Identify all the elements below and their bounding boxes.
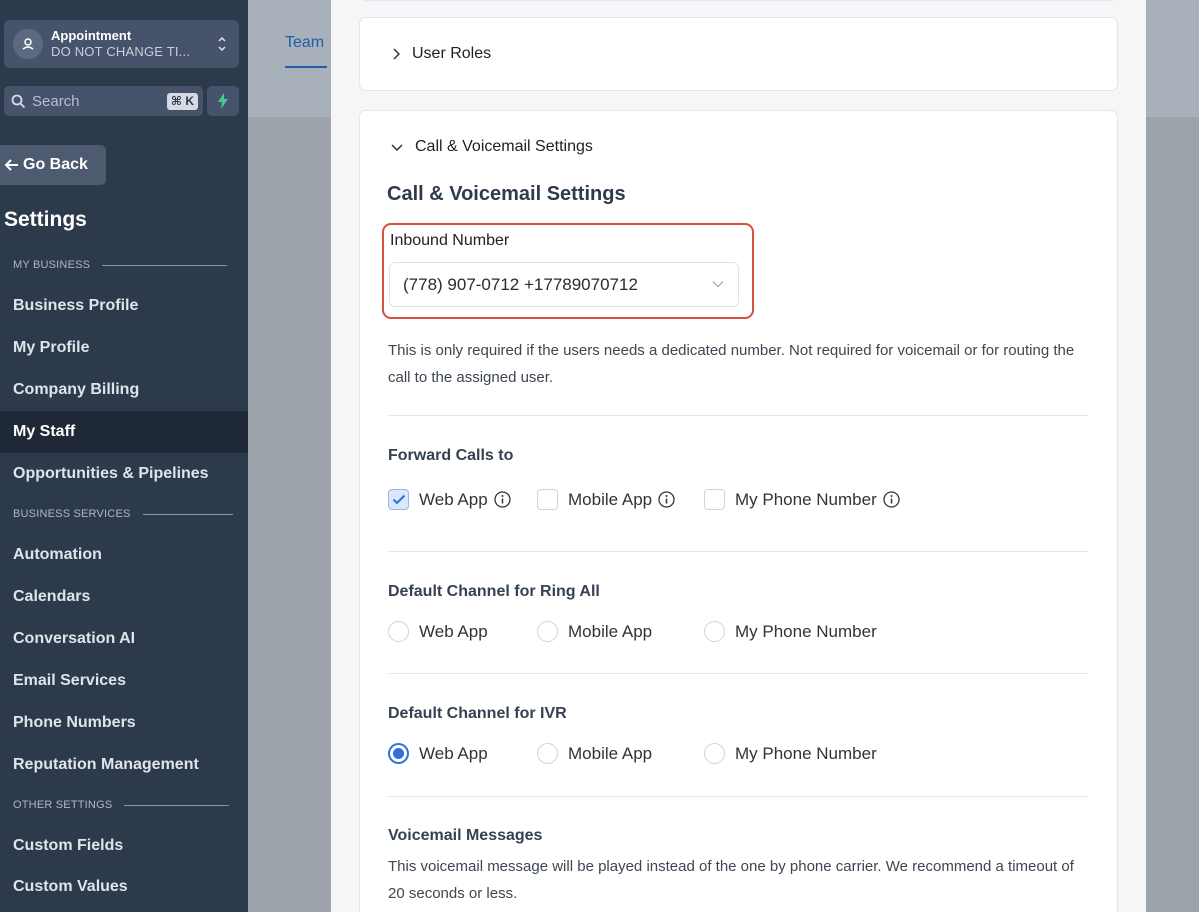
ivr-mobile-app-radio[interactable] — [537, 743, 558, 764]
sidebar-item-conversation-ai[interactable]: Conversation AI — [0, 618, 248, 660]
sidebar-item-calendars[interactable]: Calendars — [0, 576, 248, 618]
section-other-settings: OTHER SETTINGS — [13, 799, 230, 811]
previous-card — [359, 0, 1118, 1]
account-subtitle: DO NOT CHANGE TI... — [51, 44, 191, 59]
tab-team-underline — [285, 66, 327, 68]
ring-all-mobile-app-radio[interactable] — [537, 621, 558, 642]
search-box[interactable]: Search ⌘ K — [4, 86, 203, 116]
chevron-down-icon — [391, 144, 403, 151]
voicemail-title: Voicemail Messages — [388, 827, 543, 844]
settings-title: Settings — [4, 208, 87, 231]
section-my-business: MY BUSINESS — [13, 259, 228, 271]
sidebar-item-business-profile[interactable]: Business Profile — [0, 285, 248, 327]
ivr-phone-number-radio[interactable] — [704, 743, 725, 764]
ring-all-web-app-radio[interactable] — [388, 621, 409, 642]
chevron-right-icon — [393, 48, 400, 60]
ring-all-mobile-app-option[interactable]: Mobile App — [537, 621, 652, 642]
user-roles-card: User Roles — [359, 17, 1118, 91]
forward-phone-number-option[interactable]: My Phone Number — [704, 489, 900, 510]
account-name: Appointment — [51, 28, 132, 43]
ring-all-phone-number-radio[interactable] — [704, 621, 725, 642]
tab-team[interactable]: Team — [285, 34, 324, 52]
go-back-label: Go Back — [23, 156, 88, 173]
user-roles-toggle[interactable]: User Roles — [392, 45, 491, 63]
search-icon — [11, 94, 26, 108]
ivr-title: Default Channel for IVR — [388, 705, 567, 722]
info-icon[interactable] — [658, 491, 675, 508]
divider — [388, 415, 1088, 416]
search-placeholder: Search — [32, 92, 80, 110]
user-roles-label: User Roles — [412, 45, 492, 62]
quick-actions-button[interactable] — [207, 86, 239, 116]
sidebar-item-opportunities[interactable]: Opportunities & Pipelines — [0, 453, 248, 495]
divider — [388, 551, 1088, 552]
staff-drawer: User Roles Call & Voicemail Settings Cal… — [331, 0, 1146, 912]
ring-all-web-app-option[interactable]: Web App — [388, 621, 488, 642]
forward-phone-number-checkbox[interactable] — [704, 489, 725, 510]
call-voicemail-toggle[interactable]: Call & Voicemail Settings — [391, 138, 593, 156]
ring-all-phone-number-option[interactable]: My Phone Number — [704, 621, 877, 642]
section-business-services: BUSINESS SERVICES — [13, 508, 233, 520]
section-title: Call & Voicemail Settings — [387, 183, 626, 205]
forward-web-app-option[interactable]: Web App — [388, 489, 511, 510]
arrow-left-icon — [4, 159, 18, 171]
inbound-number-label: Inbound Number — [390, 232, 510, 249]
forward-web-app-checkbox[interactable] — [388, 489, 409, 510]
search-shortcut: ⌘ K — [166, 93, 198, 110]
lightning-icon — [218, 93, 228, 109]
sidebar-item-my-staff[interactable]: My Staff — [0, 411, 248, 453]
ivr-phone-number-option[interactable]: My Phone Number — [704, 743, 877, 764]
inbound-number-select[interactable]: (778) 907-0712 +17789070712 — [389, 262, 739, 307]
call-voicemail-header: Call & Voicemail Settings — [415, 138, 593, 155]
chevron-down-icon — [712, 281, 724, 288]
divider — [388, 673, 1088, 674]
sidebar-item-automation[interactable]: Automation — [0, 534, 248, 576]
sidebar-item-my-profile[interactable]: My Profile — [0, 327, 248, 369]
info-icon[interactable] — [883, 491, 900, 508]
chevron-up-down-icon — [218, 36, 226, 52]
sidebar-item-phone-numbers[interactable]: Phone Numbers — [0, 702, 248, 744]
inbound-help-text: This is only required if the users needs… — [388, 342, 1075, 386]
account-switcher[interactable]: Appointment DO NOT CHANGE TI... — [4, 20, 239, 68]
sidebar: Appointment DO NOT CHANGE TI... Search ⌘… — [0, 0, 248, 912]
location-pin-icon — [13, 29, 43, 59]
inbound-number-value: (778) 907-0712 +17789070712 — [403, 274, 638, 294]
forward-mobile-app-checkbox[interactable] — [537, 489, 558, 510]
info-icon[interactable] — [494, 491, 511, 508]
check-icon — [392, 494, 405, 505]
voicemail-description: This voicemail message will be played in… — [388, 858, 1074, 902]
sidebar-item-email-services[interactable]: Email Services — [0, 660, 248, 702]
divider — [388, 796, 1088, 797]
ivr-web-app-radio[interactable] — [388, 743, 409, 764]
sidebar-item-custom-values[interactable]: Custom Values — [0, 866, 248, 908]
ring-all-title: Default Channel for Ring All — [388, 583, 600, 600]
ivr-web-app-option[interactable]: Web App — [388, 743, 488, 764]
forward-mobile-app-option[interactable]: Mobile App — [537, 489, 675, 510]
go-back-button[interactable]: Go Back — [0, 145, 106, 185]
sidebar-item-custom-fields[interactable]: Custom Fields — [0, 825, 248, 867]
sidebar-item-reputation[interactable]: Reputation Management — [0, 744, 248, 786]
forward-calls-title: Forward Calls to — [388, 447, 514, 464]
sidebar-item-company-billing[interactable]: Company Billing — [0, 369, 248, 411]
ivr-mobile-app-option[interactable]: Mobile App — [537, 743, 652, 764]
